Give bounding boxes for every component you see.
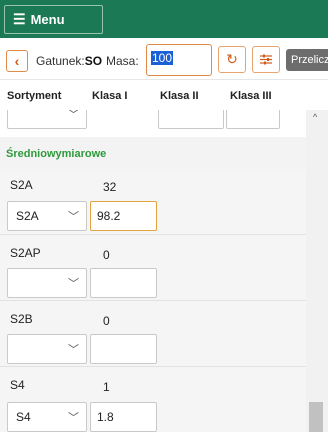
klasa-1-input[interactable]: 98.2: [90, 201, 157, 231]
section-header: Średniowymiarowe: [0, 137, 306, 169]
table-row: S2A 32 S2A ﹀ 98.2: [0, 169, 306, 235]
select-value: S4: [16, 410, 31, 424]
table-row: S2B 0 ﹀: [0, 301, 306, 367]
top-bar: ☰ Menu: [0, 0, 328, 38]
masa-input-value: 100: [151, 51, 174, 65]
header-klasa-3: Klasa III: [230, 90, 272, 102]
row-name: S4: [10, 378, 25, 392]
table-row: S4 1 S4 ﹀ 1.8: [0, 367, 306, 432]
klasa-2-input[interactable]: [158, 110, 224, 129]
hamburger-icon: ☰: [13, 11, 26, 27]
scroll-up-arrow-icon[interactable]: ^: [313, 112, 317, 122]
sortyment-select[interactable]: ﹀: [7, 334, 87, 364]
vertical-scrollbar[interactable]: ^: [306, 110, 328, 432]
sliders-icon: [260, 54, 272, 65]
chevron-down-icon: ﹀: [68, 278, 79, 290]
input-value: 1.8: [97, 410, 114, 424]
table-row: ﹀: [0, 110, 306, 130]
table-body[interactable]: ﹀ Średniowymiarowe S2A 32 S2A ﹀ 98.2 S2A…: [0, 110, 328, 432]
row-name: S2AP: [10, 246, 41, 260]
klasa-3-input[interactable]: [226, 110, 280, 129]
klasa-1-input[interactable]: 1.8: [90, 402, 157, 432]
gatunek-value: SO: [84, 54, 103, 68]
back-button[interactable]: ‹: [6, 50, 28, 72]
table-row: S2AP 0 ﹀: [0, 235, 306, 301]
header-klasa-1: Klasa I: [92, 90, 128, 102]
toolbar: ‹ Gatunek:SO Masa: 100 ↻ Przelicz: [0, 38, 328, 80]
chevron-down-icon: ﹀: [68, 110, 79, 121]
sortyment-select[interactable]: ﹀: [7, 268, 87, 298]
header-sortyment: Sortyment: [7, 90, 62, 102]
row-name: S2A: [10, 178, 33, 192]
row-value: 0: [103, 314, 110, 328]
sortyment-select[interactable]: S4 ﹀: [7, 402, 87, 432]
table-header: Sortyment Klasa I Klasa II Klasa III: [0, 80, 328, 110]
row-value: 0: [103, 248, 110, 262]
przelicz-button[interactable]: Przelicz: [286, 49, 328, 71]
masa-input[interactable]: 100: [146, 44, 212, 76]
chevron-down-icon: ﹀: [68, 344, 79, 356]
row-value: 32: [103, 180, 117, 194]
chevron-down-icon: ﹀: [68, 412, 79, 424]
sortyment-select[interactable]: S2A ﹀: [7, 201, 87, 231]
menu-label: Menu: [30, 12, 65, 27]
sortyment-select[interactable]: ﹀: [7, 110, 87, 129]
masa-label: Masa:: [106, 54, 139, 68]
klasa-1-input[interactable]: [90, 334, 157, 364]
chevron-left-icon: ‹: [14, 53, 20, 69]
input-value: 98.2: [97, 209, 121, 223]
row-value: 1: [103, 380, 110, 394]
menu-button[interactable]: ☰ Menu: [4, 5, 103, 34]
refresh-button[interactable]: ↻: [218, 46, 246, 73]
refresh-icon: ↻: [226, 51, 238, 67]
filter-settings-button[interactable]: [252, 46, 280, 73]
header-klasa-2: Klasa II: [160, 90, 199, 102]
klasa-1-input[interactable]: [90, 268, 157, 298]
scrollbar-thumb[interactable]: [309, 402, 323, 432]
chevron-down-icon: ﹀: [68, 211, 79, 223]
row-name: S2B: [10, 312, 33, 326]
select-value: S2A: [16, 209, 39, 223]
gatunek-label: Gatunek:SO: [36, 54, 103, 68]
